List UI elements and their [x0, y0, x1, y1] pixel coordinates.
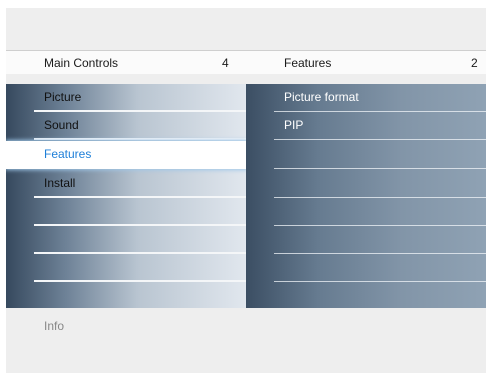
- divider: [274, 139, 486, 140]
- submenu-item-empty: [246, 254, 486, 282]
- menu-header: Main Controls 4 Features 2: [6, 50, 486, 74]
- main-controls-title: Main Controls: [44, 56, 119, 70]
- submenu-item-empty: [246, 226, 486, 254]
- submenu-item-label: PIP: [284, 118, 304, 132]
- menu-item-features[interactable]: Features: [6, 141, 246, 169]
- features-count: 2: [471, 56, 478, 70]
- menu-item-install[interactable]: Install: [6, 170, 246, 198]
- main-controls-count: 4: [222, 56, 229, 70]
- info-label: Info: [44, 319, 65, 333]
- menu-item-empty: [6, 226, 246, 254]
- main-menu-list: Picture Sound Features Install: [6, 84, 246, 308]
- submenu-item-empty: [246, 198, 486, 226]
- submenu-item-empty: [246, 141, 486, 169]
- menu-item-label: Sound: [44, 118, 79, 132]
- tv-menu-screen: Main Controls 4 Features 2 Picture Sound…: [6, 8, 486, 373]
- features-title: Features: [284, 56, 332, 70]
- submenu-item-label: Picture format: [284, 90, 359, 104]
- submenu-item-empty: [246, 170, 486, 198]
- divider: [274, 281, 486, 282]
- menu-item-picture[interactable]: Picture: [6, 84, 246, 112]
- submenu-item-picture-format[interactable]: Picture format: [246, 84, 486, 112]
- submenu-item-pip[interactable]: PIP: [246, 112, 486, 140]
- menu-item-label: Picture: [44, 90, 82, 104]
- menu-item-label: Features: [44, 147, 92, 161]
- divider: [274, 168, 486, 169]
- features-submenu-list: Picture format PIP: [246, 84, 486, 308]
- menu-item-empty: [6, 198, 246, 226]
- menu-item-label: Install: [44, 176, 76, 190]
- menu-item-empty: [6, 282, 246, 308]
- menu-item-sound[interactable]: Sound: [6, 112, 246, 140]
- menu-item-empty: [6, 254, 246, 282]
- divider: [34, 138, 246, 140]
